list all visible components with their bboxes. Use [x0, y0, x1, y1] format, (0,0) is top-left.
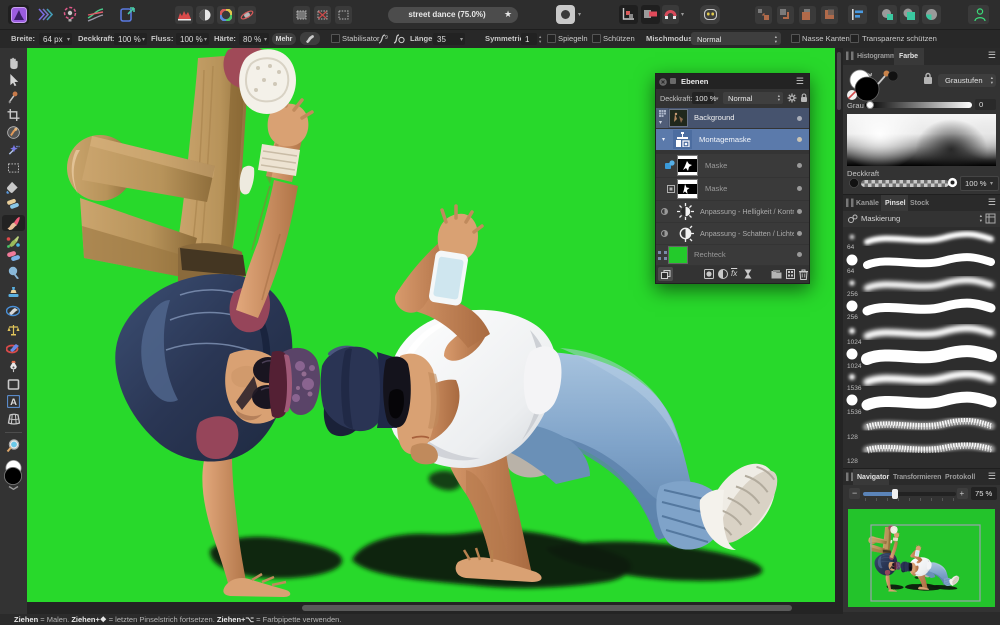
svg-text:9: 9	[385, 35, 388, 41]
svg-text:A: A	[10, 397, 17, 408]
